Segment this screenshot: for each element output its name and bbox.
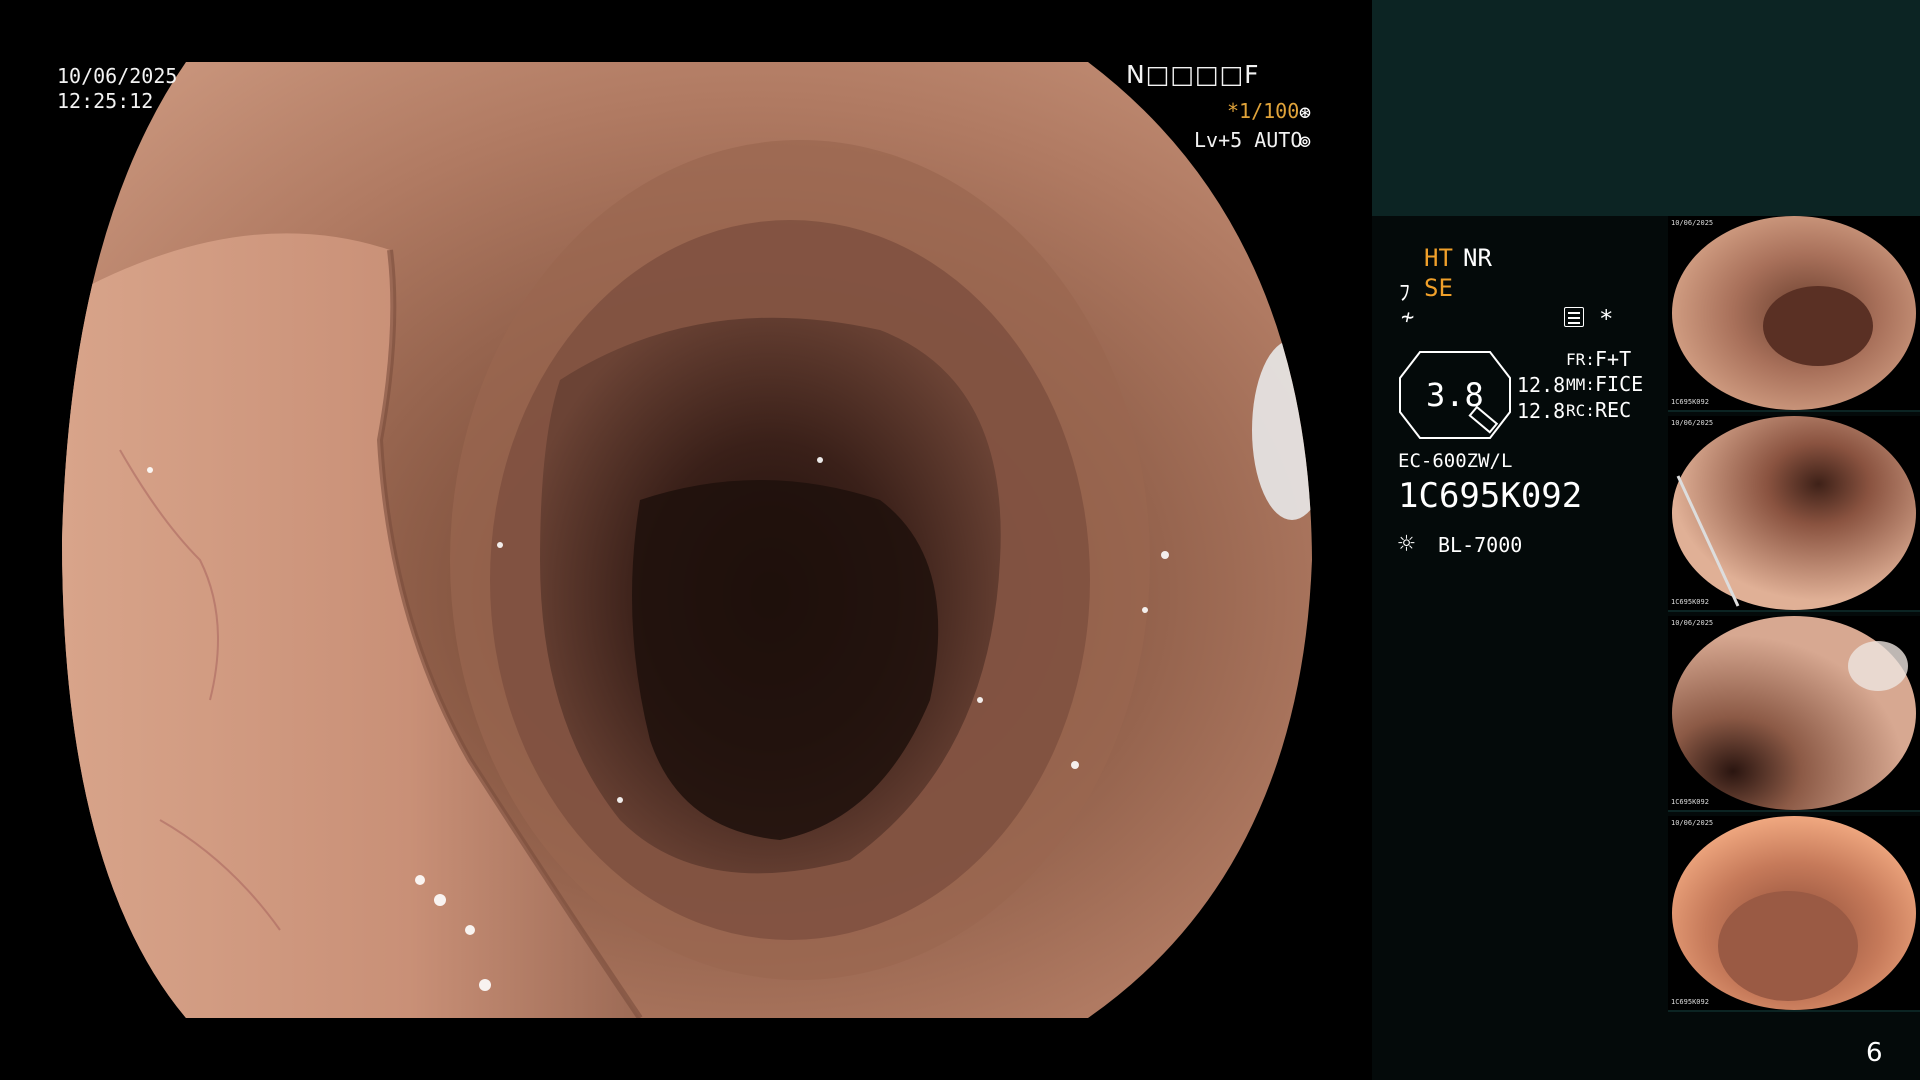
structure-value: 3.8 <box>1426 376 1484 414</box>
menu-icon <box>1564 307 1584 327</box>
value-2: 12.8 <box>1517 399 1566 423</box>
iris-icon: ⊚ <box>1299 129 1312 153</box>
thumbnail-image <box>1672 216 1916 410</box>
top-panel <box>1372 0 1920 216</box>
star-icon: * <box>1599 305 1614 333</box>
fr-value: F+T <box>1595 347 1632 371</box>
mm-label: MM: <box>1566 375 1595 394</box>
thumbnail-id: 1C695K092 <box>1671 398 1709 406</box>
enhance-icon: ≁ <box>1401 305 1415 330</box>
page-number: 6 <box>1866 1038 1883 1068</box>
nr-indicator: NR <box>1463 244 1492 272</box>
mm-value: FICE <box>1595 372 1644 396</box>
thumbnail-image <box>1672 416 1916 610</box>
shutter-speed: *1/100 <box>1227 99 1300 123</box>
exam-date: 10/06/2025 <box>57 64 178 88</box>
thumbnail-date: 10/06/2025 <box>1671 619 1714 627</box>
thumbnail-date: 10/06/2025 <box>1671 219 1714 227</box>
se-indicator: SE <box>1424 274 1453 302</box>
light-source: BL-7000 <box>1438 533 1523 557</box>
captured-thumbnail[interactable]: 10/06/2025 1C695K092 <box>1668 416 1920 612</box>
thumbnail-date: 10/06/2025 <box>1671 819 1714 827</box>
thumbnail-image <box>1672 616 1916 810</box>
scope-model: EC-600ZW/L <box>1398 450 1513 472</box>
exam-time: 12:25:12 <box>57 89 154 113</box>
rc-value: REC <box>1595 398 1632 422</box>
captured-thumbnail[interactable]: 10/06/2025 1C695K092 <box>1668 216 1920 412</box>
endoscope-image <box>62 62 1312 1018</box>
scope-serial: 1C695K092 <box>1398 476 1583 516</box>
structure-enhance-icon: ﾌ <box>1399 281 1411 306</box>
thumbnail-date: 10/06/2025 <box>1671 419 1714 427</box>
light-source-icon: ☼ <box>1398 527 1415 560</box>
aperture-icon: ⊛ <box>1299 100 1312 124</box>
captured-thumbnail[interactable]: 10/06/2025 1C695K092 <box>1668 816 1920 1012</box>
rc-label: RC: <box>1566 401 1595 420</box>
value-1: 12.8 <box>1517 373 1566 397</box>
thumbnail-id: 1C695K092 <box>1671 598 1709 606</box>
thumbnail-id: 1C695K092 <box>1671 998 1709 1006</box>
endoscope-view: 10/06/2025 12:25:12 N□□□□F *1/100 ⊛ Lv+5… <box>0 0 1372 1080</box>
patient-id-boxes: N□□□□F <box>1126 60 1260 89</box>
captured-thumbnail[interactable]: 10/06/2025 1C695K092 <box>1668 616 1920 812</box>
thumbnail-id: 1C695K092 <box>1671 798 1709 806</box>
ht-indicator: HT <box>1424 244 1453 272</box>
thumbnail-image <box>1672 816 1916 1010</box>
fr-label: FR: <box>1566 350 1595 369</box>
brightness-level: Lv+5 AUTO <box>1194 128 1303 152</box>
